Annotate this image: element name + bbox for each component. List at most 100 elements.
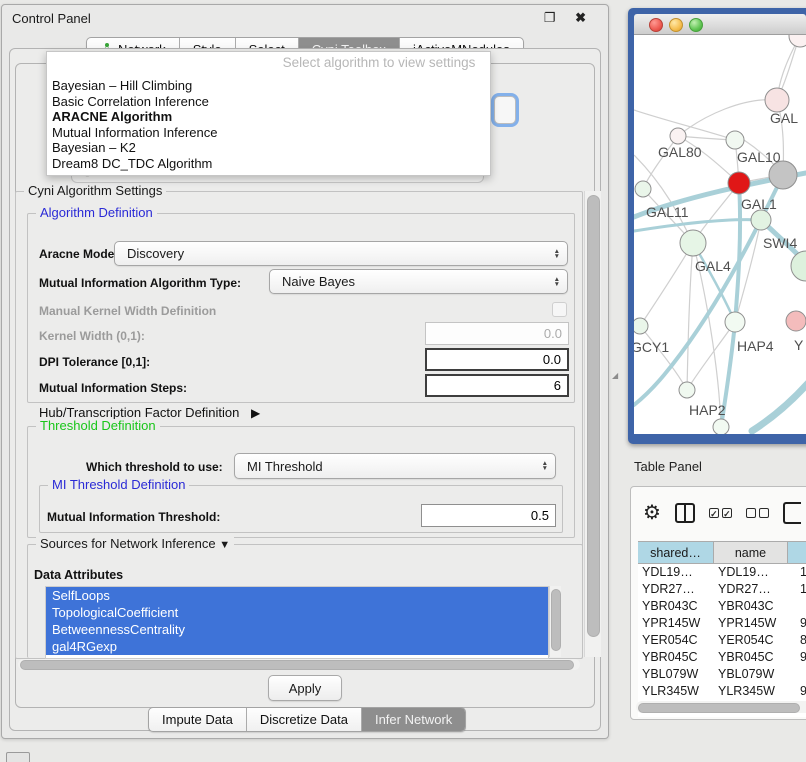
panel-splitter-handle[interactable]: ◢ [612,371,619,380]
attributes-list-scrollbar[interactable] [549,586,561,657]
network-node-gal10[interactable] [726,131,744,149]
network-node-label: GAL1 [741,196,777,212]
dpi-tolerance-field[interactable]: 0.0 [425,348,569,371]
table-cell-shared: YDL19… [638,564,714,581]
screen: Control Panel ❐ ✖ NetworkStyleSelectCyni… [0,0,806,762]
tab-discretize-data[interactable]: Discretize Data [246,708,361,731]
network-node-label: GAL11 [646,204,689,220]
network-node-gal4[interactable] [680,230,706,256]
network-node-label: GCY1 [634,339,669,355]
table-cell-name: YDR27… [714,581,788,598]
select-all-checkboxes-icon[interactable]: ✓✓ [709,508,732,518]
aracne-mode-combo[interactable]: Discovery ▲▼ [114,241,568,266]
close-window-icon[interactable]: ✖ [575,10,594,25]
table-cell-val: 8. [788,632,806,649]
tab-infer-network[interactable]: Infer Network [361,708,465,731]
network-node-label: GAL10 [737,149,781,165]
which-threshold-label: Which threshold to use: [86,460,223,474]
table-horizontal-scrollbar[interactable] [636,701,806,713]
network-node-gal[interactable] [765,88,789,112]
close-light-icon[interactable] [649,18,663,32]
algorithm-list-item[interactable]: Bayesian – Hill Climbing [49,78,488,94]
table-cell-val: 12 [788,581,806,598]
algorithm-list-item[interactable]: ARACNE Algorithm [49,109,488,125]
table-cell-name: YBR045C [714,649,788,666]
mi-threshold-field[interactable]: 0.5 [421,504,556,527]
network-node[interactable] [713,419,729,434]
algorithm-help-button[interactable] [494,96,516,124]
zoom-light-icon[interactable] [689,18,703,32]
algorithm-dropdown-placeholder: Select algorithm to view settings [270,55,488,73]
network-node[interactable] [789,35,806,47]
network-canvas[interactable]: GALGAL80GAL10GAL1GAL11SWI4GAL4HAP4YGCY1H… [634,35,806,434]
table-cell-val: 9. [788,615,806,632]
settings-vertical-scrollbar[interactable] [584,191,601,657]
algorithm-list-item[interactable]: Dream8 DC_TDC Algorithm [49,156,488,172]
mi-steps-field[interactable]: 6 [425,374,569,397]
minimize-light-icon[interactable] [669,18,683,32]
table-toolbar: ⚙ ✓✓ [643,495,801,531]
network-node-gcy1[interactable] [634,318,648,334]
table-body: YDL19…YDL19…13YDR27…YDR27…12YBR043CYBR04… [638,564,806,717]
sources-group-title[interactable]: Sources for Network Inference ▼ [36,537,234,552]
collapsed-arrow-icon: ▶ [251,406,260,420]
table-row[interactable]: YBL079WYBL079W [638,666,806,683]
algorithm-list: Bayesian – Hill ClimbingBasic Correlatio… [49,78,488,172]
mi-steps-value: 6 [554,378,561,393]
network-node-swi4[interactable] [751,210,771,230]
table-panel-title: Table Panel [634,459,702,474]
table-cell-name: YER054C [714,632,788,649]
network-node-hap4[interactable] [725,312,745,332]
kernel-width-field[interactable]: 0.0 [425,322,569,345]
dpi-tolerance-label: DPI Tolerance [0,1]: [39,355,150,369]
float-window-icon[interactable]: ❐ [544,10,564,25]
network-node-gal80[interactable] [670,128,686,144]
table-cell-name: YPR145W [714,615,788,632]
split-columns-icon[interactable] [675,503,695,523]
table-cell-name: YDL19… [714,564,788,581]
network-window-titlebar[interactable] [634,14,806,35]
table-options-partial-icon[interactable] [783,502,801,524]
mi-threshold-value: 0.5 [531,508,549,523]
algorithm-list-item[interactable]: Basic Correlation Inference [49,94,488,110]
attribute-list-item[interactable]: TopologicalCoefficient [46,604,548,621]
table-row[interactable]: YBR043CYBR043C [638,598,806,615]
table-row[interactable]: YBR045CYBR045C9. [638,649,806,666]
attribute-list-item[interactable]: SelfLoops [46,587,548,604]
aracne-mode-value: Discovery [127,246,184,261]
network-node[interactable] [769,161,797,189]
network-node-gal1[interactable] [728,172,750,194]
apply-button[interactable]: Apply [268,675,342,701]
network-node[interactable] [791,251,806,281]
sources-group-label: Sources for Network Inference [40,536,216,551]
network-node-y[interactable] [786,311,806,331]
settings-gear-icon[interactable]: ⚙ [643,503,661,523]
attribute-list-item[interactable]: gal4RGexp [46,638,548,655]
attribute-list-item[interactable]: BetweennessCentrality [46,621,548,638]
corner-mini-button[interactable] [6,752,30,762]
mi-type-combo[interactable]: Naive Bayes ▲▼ [269,269,568,294]
deselect-all-checkboxes-icon[interactable] [746,508,769,518]
algorithm-dropdown-popup: Select algorithm to view settings Bayesi… [46,51,491,176]
algorithm-list-item[interactable]: Bayesian – K2 [49,140,488,156]
manual-kernel-checkbox[interactable] [552,302,567,317]
table-row[interactable]: YDR27…YDR27…12 [638,581,806,598]
table-row[interactable]: YDL19…YDL19…13 [638,564,806,581]
network-view-window: GALGAL80GAL10GAL1GAL11SWI4GAL4HAP4YGCY1H… [628,8,806,444]
table-cell-val [788,598,806,615]
settings-horizontal-scrollbar[interactable] [18,659,580,670]
table-row[interactable]: YER054CYER054C8. [638,632,806,649]
column-header-partial[interactable] [788,542,806,563]
data-attributes-label: Data Attributes [34,568,123,582]
tab-impute-data[interactable]: Impute Data [149,708,246,731]
network-node-gal11[interactable] [635,181,651,197]
table-row[interactable]: YLR345WYLR345W9. [638,683,806,700]
algorithm-list-item[interactable]: Mutual Information Inference [49,125,488,141]
column-header-shared[interactable]: shared… [638,542,714,563]
network-node-hap2[interactable] [679,382,695,398]
column-header-name[interactable]: name [714,542,788,563]
table-cell-val [788,666,806,683]
table-row[interactable]: YPR145WYPR145W9. [638,615,806,632]
which-threshold-combo[interactable]: MI Threshold ▲▼ [234,453,556,479]
network-node-label: Y [794,337,804,353]
